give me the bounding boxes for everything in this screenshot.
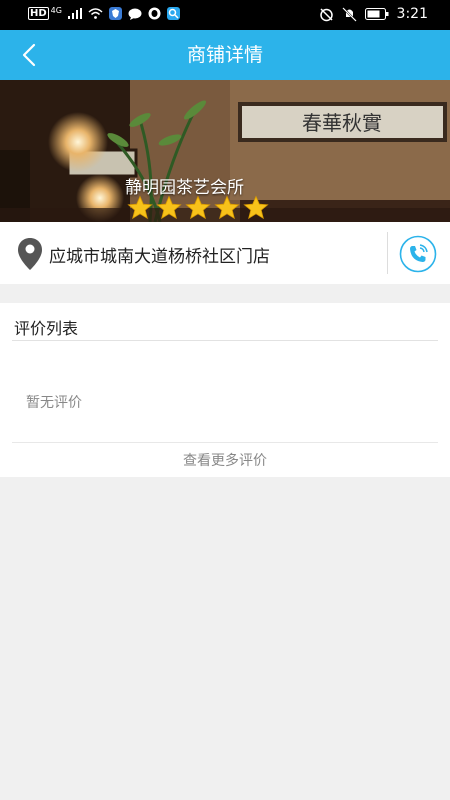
location-pin-icon bbox=[18, 238, 42, 270]
wifi-icon bbox=[88, 8, 103, 19]
nav-bar: 商铺详情 bbox=[0, 30, 450, 80]
status-right: 3:21 bbox=[319, 6, 428, 22]
star-icon bbox=[156, 195, 182, 220]
star-icon bbox=[243, 195, 269, 220]
search-app-icon bbox=[166, 7, 180, 20]
reviews-title: 评价列表 bbox=[14, 319, 79, 338]
divider bbox=[12, 340, 438, 341]
shield-app-icon bbox=[108, 7, 122, 20]
chat-bubble-icon bbox=[128, 8, 142, 20]
mute-icon bbox=[341, 6, 357, 22]
more-reviews-link[interactable]: 查看更多评价 bbox=[0, 450, 450, 470]
divider bbox=[12, 442, 438, 443]
star-icon bbox=[185, 195, 211, 220]
star-icon bbox=[127, 195, 153, 220]
call-button[interactable] bbox=[399, 235, 437, 273]
battery-icon bbox=[364, 8, 389, 20]
rating-stars bbox=[127, 195, 269, 221]
alarm-off-icon bbox=[319, 7, 333, 21]
reviews-section: 评价列表 暂无评价 查看更多评价 bbox=[0, 303, 450, 477]
hd-badge: HD bbox=[28, 7, 49, 20]
no-reviews-text: 暂无评价 bbox=[26, 395, 82, 411]
shop-address: 应城市城南大道杨桥社区门店 bbox=[49, 247, 270, 267]
status-left: HD 4G bbox=[28, 6, 180, 20]
clock: 3:21 bbox=[396, 6, 428, 22]
address-row: 应城市城南大道杨桥社区门店 bbox=[0, 222, 450, 284]
signal-icon bbox=[67, 8, 82, 19]
calligraphy-scroll: 春華秋實 bbox=[302, 111, 382, 135]
status-bar: HD 4G 3:21 bbox=[0, 0, 450, 30]
page-title: 商铺详情 bbox=[186, 44, 263, 66]
divider bbox=[387, 232, 388, 274]
network-gen: 4G bbox=[50, 6, 62, 15]
star-icon bbox=[214, 195, 240, 220]
qq-app-icon bbox=[148, 7, 161, 20]
